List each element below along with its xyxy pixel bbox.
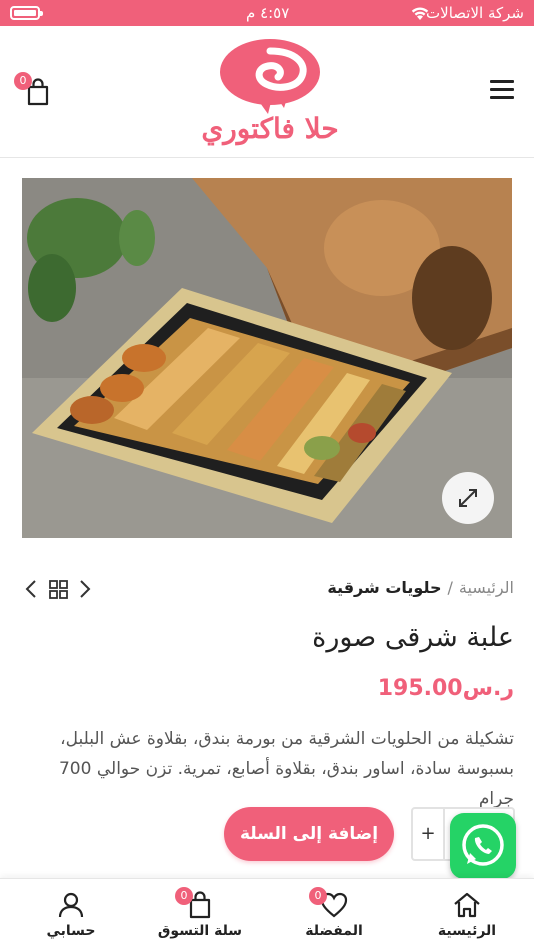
zoom-button[interactable] — [442, 472, 494, 524]
menu-line — [490, 88, 514, 91]
product-title: علبة شرقى صورة — [312, 622, 514, 653]
add-to-cart-button[interactable]: إضافة إلى السلة — [224, 807, 394, 861]
carrier-name: شركة الاتصالات — [426, 4, 524, 22]
bottom-nav-cart[interactable]: 0 سلة التسوق — [133, 879, 267, 950]
logo-text: حلا فاكتوري — [201, 112, 339, 145]
product-image[interactable] — [22, 178, 512, 538]
bottom-navigation: الرئيسية 0 المفضلة 0 سلة التسوق حسابي — [0, 878, 534, 950]
header: 0 حلا فاكتوري — [0, 26, 534, 158]
bottom-nav-label: المفضلة — [305, 923, 363, 939]
whatsapp-button[interactable] — [450, 813, 516, 879]
logo-swirl-icon — [220, 39, 320, 114]
header-cart-button[interactable]: 0 — [14, 72, 54, 108]
breadcrumb-separator: / — [447, 578, 453, 597]
wifi-icon — [410, 5, 430, 25]
home-icon — [454, 892, 480, 918]
chevron-left-icon[interactable] — [24, 578, 38, 604]
menu-line — [490, 80, 514, 83]
bottom-nav-label: حسابي — [46, 923, 96, 939]
breadcrumb: الرئيسية / حلويات شرقية — [327, 578, 514, 597]
status-time: ٤:٥٧ م — [246, 4, 290, 22]
breadcrumb-home-link[interactable]: الرئيسية — [459, 578, 514, 597]
grid-icon[interactable] — [49, 578, 69, 604]
hamburger-menu-button[interactable] — [490, 80, 514, 102]
bottom-nav-home[interactable]: الرئيسية — [400, 879, 534, 950]
battery-icon — [10, 6, 43, 20]
product-price: ر.س195.00 — [377, 676, 514, 701]
cart-count-badge: 0 — [175, 887, 193, 905]
quantity-plus-button[interactable]: + — [413, 809, 445, 859]
bottom-nav-label: سلة التسوق — [157, 923, 243, 939]
expand-icon — [459, 489, 477, 507]
bottom-nav-wishlist[interactable]: 0 المفضلة — [267, 879, 401, 950]
product-navigation — [24, 578, 94, 600]
site-logo[interactable]: حلا فاكتوري — [150, 34, 390, 152]
bottom-nav-account[interactable]: حسابي — [4, 879, 138, 950]
whatsapp-icon — [462, 824, 504, 866]
user-icon — [58, 892, 84, 918]
status-bar: شركة الاتصالات ٤:٥٧ م — [0, 0, 534, 26]
cart-count-badge: 0 — [14, 72, 32, 90]
product-description: تشكيلة من الحلويات الشرقية من بورمة بندق… — [58, 729, 514, 809]
wishlist-count-badge: 0 — [309, 887, 327, 905]
bottom-nav-label: الرئيسية — [437, 923, 497, 939]
breadcrumb-category-link[interactable]: حلويات شرقية — [327, 578, 441, 597]
product-photo — [22, 178, 512, 538]
menu-line — [490, 96, 514, 99]
chevron-right-icon[interactable] — [78, 578, 92, 604]
